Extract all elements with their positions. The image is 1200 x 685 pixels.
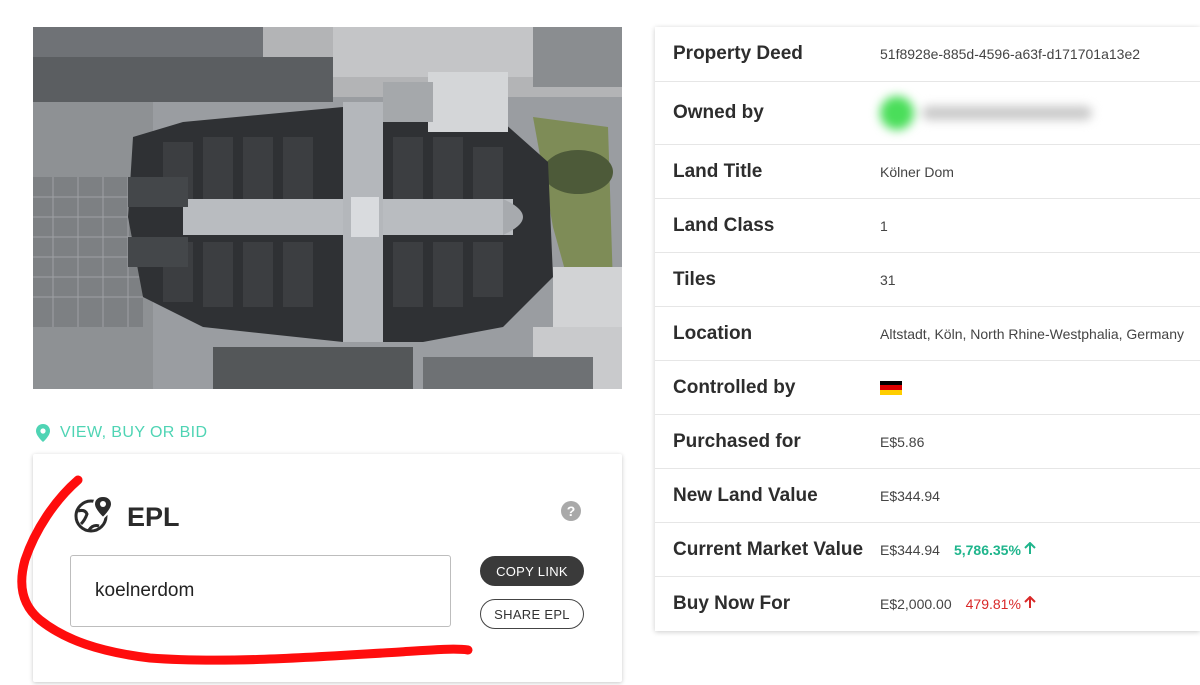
epl-card: EPL ? COPY LINK SHARE EPL (33, 454, 622, 682)
copy-link-button[interactable]: COPY LINK (480, 556, 584, 586)
row-controlled-by: Controlled by (655, 361, 1200, 415)
share-epl-button[interactable]: SHARE EPL (480, 599, 584, 629)
row-label: Property Deed (673, 43, 803, 64)
row-owned-by: Owned by (655, 82, 1200, 145)
buy-now-amount: E$2,000.00 (880, 596, 952, 612)
globe-pin-icon (73, 494, 115, 541)
row-label: Purchased for (673, 430, 801, 452)
help-icon[interactable]: ? (561, 501, 581, 521)
row-label: New Land Value (673, 484, 818, 506)
owner-value[interactable] (880, 96, 1092, 130)
view-buy-bid-link[interactable]: VIEW, BUY OR BID (36, 422, 207, 444)
row-label: Current Market Value (673, 538, 864, 560)
row-label: Land Title (673, 160, 763, 182)
land-title-value: Kölner Dom (880, 163, 954, 180)
row-property-deed: Property Deed 51f8928e-885d-4596-a63f-d1… (655, 27, 1200, 82)
property-details-table: Property Deed 51f8928e-885d-4596-a63f-d1… (655, 27, 1200, 631)
row-label: Land Class (673, 214, 775, 236)
buy-now-change: 479.81% (965, 595, 1036, 612)
market-value-amount: E$344.94 (880, 541, 940, 558)
tiles-value: 31 (880, 271, 896, 288)
arrow-up-icon (1024, 595, 1036, 612)
property-deed-value: 51f8928e-885d-4596-a63f-d171701a13e2 (880, 46, 1141, 62)
land-class-value: 1 (880, 217, 888, 234)
row-current-market-value: Current Market Value E$344.94 5,786.35% (655, 523, 1200, 577)
row-tiles: Tiles 31 (655, 253, 1200, 307)
germany-flag-icon (880, 380, 902, 395)
new-land-value: E$344.94 (880, 487, 940, 504)
row-label: Controlled by (673, 376, 796, 398)
row-land-class: Land Class 1 (655, 199, 1200, 253)
location-value: Altstadt, Köln, North Rhine-Westphalia, … (880, 325, 1184, 342)
row-buy-now-for: Buy Now For E$2,000.00 479.81% (655, 577, 1200, 631)
controlled-by-value (880, 380, 902, 395)
buy-now-value: E$2,000.00 479.81% (880, 595, 1036, 612)
current-market-value: E$344.94 5,786.35% (880, 541, 1036, 558)
epl-input[interactable] (70, 555, 451, 627)
aerial-photo (33, 27, 622, 389)
owner-blurred (880, 96, 1092, 130)
epl-title: EPL (127, 502, 180, 532)
row-label: Tiles (673, 268, 716, 290)
epl-header: EPL (73, 494, 180, 541)
row-label: Buy Now For (673, 593, 791, 614)
row-label: Owned by (673, 102, 764, 123)
row-location: Location Altstadt, Köln, North Rhine-Wes… (655, 307, 1200, 361)
purchased-for-value: E$5.86 (880, 433, 925, 450)
row-land-title: Land Title Kölner Dom (655, 145, 1200, 199)
view-buy-bid-label: VIEW, BUY OR BID (60, 424, 208, 441)
row-new-land-value: New Land Value E$344.94 (655, 469, 1200, 523)
row-purchased-for: Purchased for E$5.86 (655, 415, 1200, 469)
map-pin-icon (36, 424, 50, 442)
market-value-change: 5,786.35% (953, 541, 1036, 558)
owner-name-redacted (922, 106, 1092, 120)
buy-now-change-percent: 479.81% (965, 596, 1021, 612)
row-label: Location (673, 322, 753, 344)
avatar (880, 96, 914, 130)
arrow-up-icon (1024, 541, 1036, 558)
market-value-change-percent: 5,786.35% (953, 541, 1021, 558)
